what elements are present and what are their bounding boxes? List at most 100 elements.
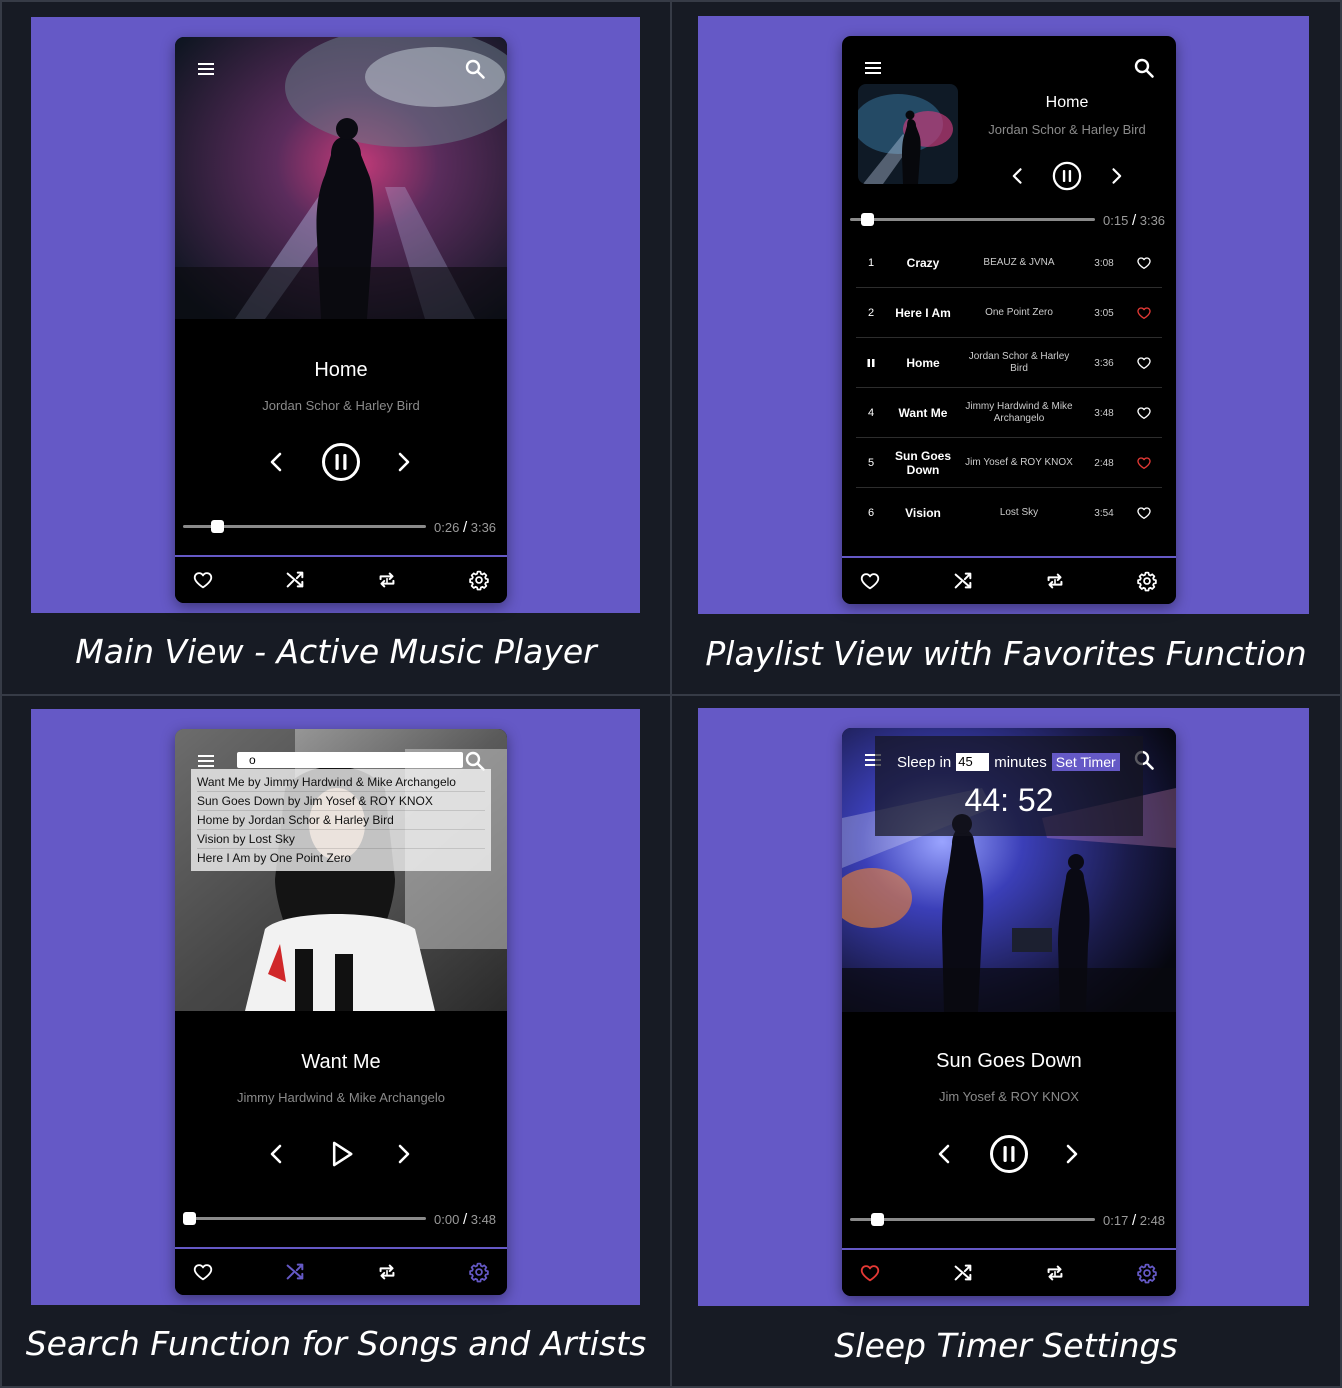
heart-icon[interactable] xyxy=(1132,488,1156,538)
heart-icon[interactable] xyxy=(1132,438,1156,488)
previous-button[interactable] xyxy=(931,1131,959,1177)
track-title: Crazy xyxy=(906,256,940,270)
phone-sleep-view: Sleep in 45 minutes Set Timer 44: 52 Sun… xyxy=(842,728,1176,1296)
track-number: 4 xyxy=(867,407,875,419)
playlist-row[interactable]: 2 Here I Am One Point Zero 3:05 xyxy=(856,288,1162,338)
progress-handle[interactable] xyxy=(861,213,875,226)
duration: 2:48 xyxy=(1139,1213,1166,1228)
progress-track[interactable] xyxy=(850,218,1095,221)
track-duration: 3:36 xyxy=(1094,357,1114,369)
track-artist: BEAUZ & JVNA xyxy=(983,257,1055,268)
repeat-icon[interactable] xyxy=(1044,570,1066,592)
playback-controls xyxy=(954,154,1176,198)
next-button[interactable] xyxy=(1057,1131,1085,1177)
heart-icon[interactable] xyxy=(1132,338,1156,388)
heart-icon[interactable] xyxy=(192,1261,214,1283)
time-display: 0:26 / 3:36 xyxy=(434,519,496,536)
gear-icon[interactable] xyxy=(1136,1262,1158,1284)
time-display: 0:17 / 2:48 xyxy=(1103,1212,1165,1229)
time-display: 0:00 / 3:48 xyxy=(434,1211,496,1228)
search-result-item[interactable]: Sun Goes Down by Jim Yosef & ROY KNOX xyxy=(197,792,485,811)
progress-bar[interactable]: 0:15 / 3:36 xyxy=(850,212,1172,229)
search-result-item[interactable]: Home by Jordan Schor & Harley Bird xyxy=(197,811,485,830)
progress-handle[interactable] xyxy=(183,1212,196,1225)
heart-icon[interactable] xyxy=(1132,238,1156,288)
search-result-item[interactable]: Want Me by Jimmy Hardwind & Mike Archang… xyxy=(197,773,485,792)
song-artist: Jim Yosef & ROY KNOX xyxy=(939,1089,1079,1104)
time-separator: / xyxy=(1131,212,1137,229)
song-title: Home xyxy=(1045,94,1089,111)
track-duration: 3:05 xyxy=(1094,307,1114,319)
progress-bar[interactable]: 0:26 / 3:36 xyxy=(183,519,503,536)
progress-bar[interactable]: 0:17 / 2:48 xyxy=(850,1212,1172,1229)
sleep-label: Sleep in xyxy=(897,753,952,771)
song-title: Home xyxy=(314,359,368,381)
progress-track[interactable] xyxy=(850,1218,1095,1221)
progress-handle[interactable] xyxy=(870,1213,884,1226)
search-result-item[interactable]: Vision by Lost Sky xyxy=(197,830,485,849)
heart-icon[interactable] xyxy=(1132,288,1156,338)
track-duration: 3:48 xyxy=(1094,407,1114,419)
shuffle-icon[interactable] xyxy=(284,569,306,591)
repeat-icon[interactable] xyxy=(376,1261,398,1283)
gear-icon[interactable] xyxy=(468,1261,490,1283)
play-button[interactable] xyxy=(321,1131,361,1177)
previous-button[interactable] xyxy=(263,439,291,485)
duration: 3:48 xyxy=(470,1212,497,1227)
shuffle-icon[interactable] xyxy=(952,570,974,592)
phone-search-view: o Want Me by Jimmy Hardwind & Mike Archa… xyxy=(175,729,507,1295)
progress-track[interactable] xyxy=(183,1217,426,1220)
pause-button[interactable] xyxy=(1050,154,1084,198)
next-button[interactable] xyxy=(389,439,417,485)
sleep-minutes-input[interactable]: 45 xyxy=(956,753,990,771)
heart-icon[interactable] xyxy=(192,569,214,591)
current-time: 0:26 xyxy=(434,520,460,535)
track-number: 5 xyxy=(867,457,875,469)
panel-main-view: Home Jordan Schor & Harley Bird 0:26 / 3… xyxy=(31,17,640,613)
heart-icon[interactable] xyxy=(1132,388,1156,438)
pause-button[interactable] xyxy=(319,439,363,485)
caption-playlist-view: Playlist View with Favorites Function xyxy=(705,634,1307,673)
heart-icon[interactable] xyxy=(859,1262,881,1284)
playlist-row[interactable]: Home Jordan Schor & Harley Bird 3:36 xyxy=(856,338,1162,388)
repeat-icon[interactable] xyxy=(1044,1262,1066,1284)
playlist-row[interactable]: 5 Sun Goes Down Jim Yosef & ROY KNOX 2:48 xyxy=(856,438,1162,488)
shuffle-icon[interactable] xyxy=(952,1262,974,1284)
search-icon[interactable] xyxy=(1132,56,1156,80)
progress-bar[interactable]: 0:00 / 3:48 xyxy=(183,1211,503,1228)
next-button[interactable] xyxy=(389,1131,417,1177)
album-art xyxy=(175,37,507,319)
repeat-icon[interactable] xyxy=(376,569,398,591)
search-result-item[interactable]: Here I Am by One Point Zero xyxy=(197,849,485,868)
track-artist: One Point Zero xyxy=(985,307,1053,318)
progress-handle[interactable] xyxy=(211,520,225,533)
track-title: Sun Goes Down xyxy=(894,449,951,477)
bottom-toolbar xyxy=(842,556,1176,604)
playlist-row[interactable]: 4 Want Me Jimmy Hardwind & Mike Archangelo… xyxy=(856,388,1162,438)
track-title: Vision xyxy=(905,506,941,520)
previous-button[interactable] xyxy=(263,1131,291,1177)
gear-icon[interactable] xyxy=(1136,570,1158,592)
shuffle-icon[interactable] xyxy=(284,1261,306,1283)
current-time: 0:00 xyxy=(434,1212,460,1227)
panel-search-view: o Want Me by Jimmy Hardwind & Mike Archa… xyxy=(31,709,640,1305)
sleep-timer-panel: Sleep in 45 minutes Set Timer 44: 52 xyxy=(875,736,1143,836)
track-title: Here I Am xyxy=(895,306,951,320)
track-title: Home xyxy=(906,356,940,370)
caption-main-view: Main View - Active Music Player xyxy=(75,632,597,671)
current-time: 0:15 xyxy=(1103,213,1129,228)
playlist-row[interactable]: 6 Vision Lost Sky 3:54 xyxy=(856,488,1162,538)
track-number: 6 xyxy=(867,507,875,519)
next-button[interactable] xyxy=(1102,154,1130,198)
search-icon[interactable] xyxy=(463,57,487,81)
set-timer-button[interactable]: Set Timer xyxy=(1051,753,1120,771)
previous-button[interactable] xyxy=(1004,154,1032,198)
playlist-row[interactable]: 1 Crazy BEAUZ & JVNA 3:08 xyxy=(856,238,1162,288)
menu-icon[interactable] xyxy=(194,57,218,81)
menu-icon[interactable] xyxy=(861,56,885,80)
heart-icon[interactable] xyxy=(859,570,881,592)
search-input[interactable]: o xyxy=(237,752,463,768)
pause-button[interactable] xyxy=(987,1131,1031,1177)
playback-controls xyxy=(842,1131,1176,1177)
gear-icon[interactable] xyxy=(468,569,490,591)
